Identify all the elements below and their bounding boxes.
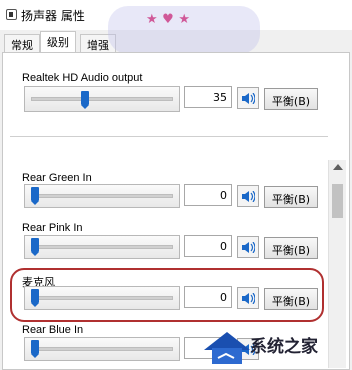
slider-thumb-rear-green[interactable] (31, 187, 39, 205)
level-value-rear-pink[interactable]: 0 (184, 235, 232, 257)
scroll-up-arrow-icon[interactable] (333, 164, 343, 170)
slider-output[interactable] (24, 86, 180, 112)
speaker-icon (242, 93, 255, 104)
watermark-badge-text: ★ ♥ ★ (146, 12, 191, 27)
level-label-rear-blue: Rear Blue In (22, 324, 84, 336)
level-label-output: Realtek HD Audio output (22, 72, 143, 84)
tab-general[interactable]: 常规 (4, 34, 40, 52)
slider-thumb-rear-pink[interactable] (31, 238, 39, 256)
slider-rear-green[interactable] (24, 184, 180, 208)
level-value-rear-green[interactable]: 0 (184, 184, 232, 206)
balance-button-rear-green[interactable]: 平衡(B) (264, 186, 318, 208)
slider-rear-pink[interactable] (24, 235, 180, 259)
tab-levels[interactable]: 级别 (40, 31, 76, 52)
speaker-properties-icon (6, 9, 17, 20)
house-logo-icon (204, 332, 250, 364)
watermark-text: 系统之家 (250, 337, 318, 357)
level-label-rear-pink: Rear Pink In (22, 222, 83, 234)
window-title: 扬声器 属性 (21, 9, 85, 23)
separator (10, 136, 328, 137)
mute-button-rear-pink[interactable] (237, 236, 259, 258)
slider-thumb-output[interactable] (80, 91, 89, 109)
balance-button-output[interactable]: 平衡(B) (264, 88, 318, 110)
speaker-icon (242, 191, 255, 202)
mute-button-output[interactable] (237, 87, 259, 109)
highlight-circle (10, 268, 324, 322)
slider-thumb-rear-blue[interactable] (31, 340, 39, 358)
slider-rear-blue[interactable] (24, 337, 180, 361)
level-label-rear-green: Rear Green In (22, 172, 92, 184)
level-value-output[interactable]: 35 (184, 86, 232, 108)
speaker-icon (242, 242, 255, 253)
mute-button-rear-green[interactable] (237, 185, 259, 207)
balance-button-rear-pink[interactable]: 平衡(B) (264, 237, 318, 259)
scroll-thumb[interactable] (332, 184, 343, 218)
